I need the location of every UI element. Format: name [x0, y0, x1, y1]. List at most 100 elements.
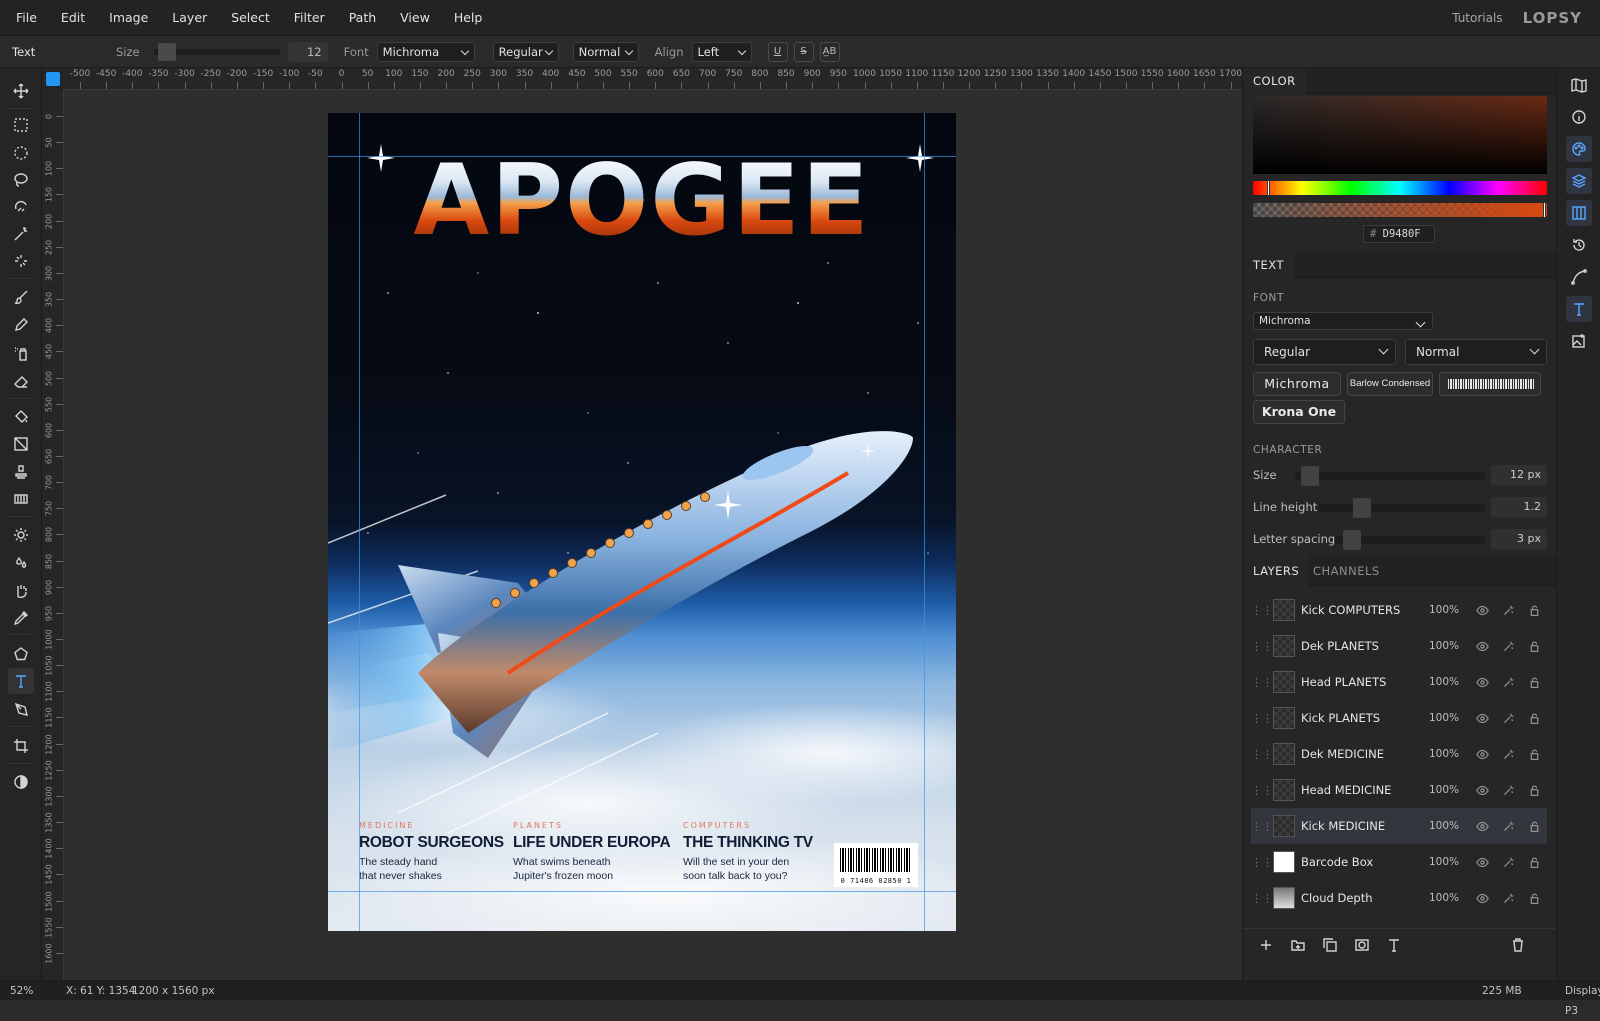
- text-tool[interactable]: [8, 668, 34, 694]
- layer-effects-button[interactable]: [1495, 784, 1521, 797]
- drag-handle-icon[interactable]: ⋮⋮: [1251, 640, 1273, 653]
- drag-handle-icon[interactable]: ⋮⋮: [1251, 604, 1273, 617]
- layer-name[interactable]: Barcode Box: [1301, 855, 1429, 869]
- drag-handle-icon[interactable]: ⋮⋮: [1251, 892, 1273, 905]
- info-panel-button[interactable]: [1566, 104, 1592, 130]
- layer-row[interactable]: ⋮⋮ Head MEDICINE 100%: [1251, 772, 1547, 808]
- lock-toggle[interactable]: [1521, 640, 1547, 653]
- tab-layers[interactable]: LAYERS: [1243, 556, 1310, 586]
- layer-name[interactable]: Head PLANETS: [1301, 675, 1429, 689]
- hue-slider[interactable]: [1253, 180, 1547, 196]
- font-chip-barcode[interactable]: [1439, 372, 1541, 396]
- panel-font-select[interactable]: Michroma: [1253, 312, 1433, 330]
- menu-select[interactable]: Select: [219, 0, 282, 36]
- fill-tool[interactable]: [8, 403, 34, 429]
- delete-layer-button[interactable]: [1505, 932, 1531, 958]
- layer-name[interactable]: Cloud Depth: [1301, 891, 1429, 905]
- layer-effects-button[interactable]: [1495, 712, 1521, 725]
- channels-panel-button[interactable]: [1566, 200, 1592, 226]
- image-panel-button[interactable]: [1566, 328, 1592, 354]
- tutorials-link[interactable]: Tutorials: [1432, 11, 1522, 25]
- new-group-button[interactable]: [1285, 932, 1311, 958]
- tab-channels[interactable]: CHANNELS: [1303, 556, 1390, 586]
- guide-bottom[interactable]: [328, 891, 956, 892]
- guide-right[interactable]: [924, 113, 925, 931]
- layer-opacity[interactable]: 100%: [1429, 784, 1469, 796]
- duplicate-layer-button[interactable]: [1317, 932, 1343, 958]
- layer-opacity[interactable]: 100%: [1429, 892, 1469, 904]
- size-slider[interactable]: [153, 42, 280, 61]
- dek-planets[interactable]: What swims beneath Jupiter's frozen moon: [513, 855, 670, 883]
- magnetic-lasso-tool[interactable]: [8, 194, 34, 220]
- guide-left[interactable]: [359, 113, 360, 931]
- navigator-panel-button[interactable]: [1566, 72, 1592, 98]
- crop-tool[interactable]: [8, 733, 34, 759]
- case-button[interactable]: A̲B: [819, 41, 840, 62]
- menu-image[interactable]: Image: [97, 0, 160, 36]
- layer-row[interactable]: ⋮⋮ Dek PLANETS 100%: [1251, 628, 1547, 664]
- layer-row[interactable]: ⋮⋮ Kick MEDICINE 100%: [1251, 808, 1547, 844]
- layer-effects-button[interactable]: [1495, 748, 1521, 761]
- ellipse-select-tool[interactable]: [8, 140, 34, 166]
- layer-effects-button[interactable]: [1495, 604, 1521, 617]
- pattern-tool[interactable]: [8, 486, 34, 512]
- new-text-layer-button[interactable]: [1381, 932, 1407, 958]
- layer-opacity[interactable]: 100%: [1429, 640, 1469, 652]
- lock-toggle[interactable]: [1521, 604, 1547, 617]
- visibility-toggle[interactable]: [1469, 604, 1495, 617]
- barcode-box[interactable]: 0 71486 02850 1: [834, 843, 918, 887]
- menu-edit[interactable]: Edit: [49, 0, 97, 36]
- letter-spacing-knob[interactable]: [1343, 530, 1361, 550]
- layer-row[interactable]: ⋮⋮ Kick PLANETS 100%: [1251, 700, 1547, 736]
- visibility-toggle[interactable]: [1469, 820, 1495, 833]
- layer-list[interactable]: ⋮⋮ Kick COMPUTERS 100% ⋮⋮ Dek PLANETS 100% ⋮⋮ H…: [1243, 586, 1557, 926]
- brush-tool[interactable]: [8, 284, 34, 310]
- size-input[interactable]: 12: [287, 41, 328, 62]
- layer-opacity[interactable]: 100%: [1429, 712, 1469, 724]
- quick-select-tool[interactable]: [8, 248, 34, 274]
- underline-button[interactable]: U: [767, 41, 788, 62]
- line-height-slider[interactable]: [1319, 498, 1485, 518]
- visibility-toggle[interactable]: [1469, 856, 1495, 869]
- lock-toggle[interactable]: [1521, 892, 1547, 905]
- layer-row[interactable]: ⋮⋮ Head PLANETS 100%: [1251, 664, 1547, 700]
- drag-handle-icon[interactable]: ⋮⋮: [1251, 712, 1273, 725]
- lock-toggle[interactable]: [1521, 712, 1547, 725]
- drag-handle-icon[interactable]: ⋮⋮: [1251, 820, 1273, 833]
- line-height-knob[interactable]: [1353, 498, 1371, 518]
- layer-row[interactable]: ⋮⋮ Dek MEDICINE 100%: [1251, 736, 1547, 772]
- letter-spacing-input[interactable]: 3 px: [1491, 529, 1547, 549]
- history-panel-button[interactable]: [1566, 232, 1592, 258]
- layer-row[interactable]: ⋮⋮ Barcode Box 100%: [1251, 844, 1547, 880]
- cover-story-medicine[interactable]: MEDICINE ROBOT SURGEONS The steady hand …: [359, 821, 504, 883]
- layer-opacity[interactable]: 100%: [1429, 856, 1469, 868]
- eraser-tool[interactable]: [8, 368, 34, 394]
- color-mode-toggle[interactable]: [8, 769, 34, 795]
- rect-select-tool[interactable]: [8, 112, 34, 138]
- menu-layer[interactable]: Layer: [160, 0, 219, 36]
- layer-effects-button[interactable]: [1495, 892, 1521, 905]
- drag-handle-icon[interactable]: ⋮⋮: [1251, 748, 1273, 761]
- kick-planets[interactable]: PLANETS: [513, 821, 670, 830]
- text-panel-button[interactable]: [1566, 296, 1592, 322]
- layer-name[interactable]: Dek MEDICINE: [1301, 747, 1429, 761]
- pencil-tool[interactable]: [8, 312, 34, 338]
- char-size-slider[interactable]: [1295, 466, 1485, 486]
- stamp-tool[interactable]: [8, 459, 34, 485]
- font-chip-michroma[interactable]: Michroma: [1253, 372, 1341, 396]
- layers-panel-button[interactable]: [1566, 168, 1592, 194]
- magazine-cover-artboard[interactable]: APOGEE MEDICINE ROBOT SURGEONS The stead…: [328, 113, 956, 931]
- menu-view[interactable]: View: [388, 0, 442, 36]
- gradient-tool[interactable]: [8, 431, 34, 457]
- kick-medicine[interactable]: MEDICINE: [359, 821, 504, 830]
- layer-opacity[interactable]: 100%: [1429, 820, 1469, 832]
- dodge-tool[interactable]: [8, 522, 34, 548]
- color-panel-button[interactable]: [1566, 136, 1592, 162]
- char-size-input[interactable]: 12 px: [1491, 465, 1547, 485]
- visibility-toggle[interactable]: [1469, 784, 1495, 797]
- panel-style-select[interactable]: Normal: [1405, 339, 1547, 365]
- layer-name[interactable]: Head MEDICINE: [1301, 783, 1429, 797]
- layer-name[interactable]: Dek PLANETS: [1301, 639, 1429, 653]
- layer-name[interactable]: Kick MEDICINE: [1301, 819, 1429, 833]
- move-tool[interactable]: [8, 78, 34, 104]
